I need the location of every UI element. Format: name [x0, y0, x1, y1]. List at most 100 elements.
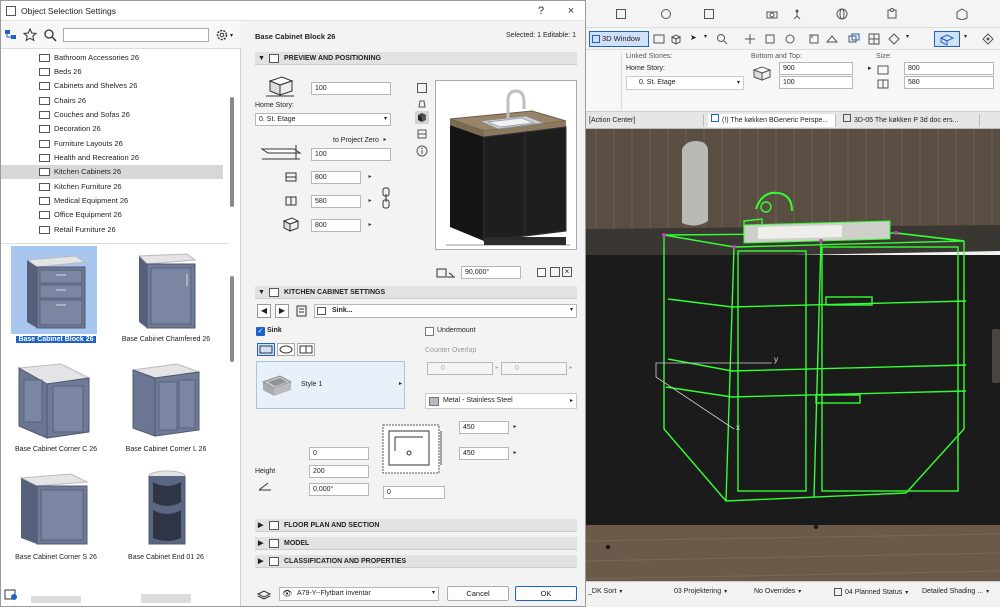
search-input[interactable] [63, 28, 209, 42]
home-story-dropdown[interactable]: 0. St. Etage ▾ [255, 113, 391, 126]
tab-perspective[interactable]: (!) The køkken BGeneric Perspe... [708, 114, 836, 127]
snap-icon[interactable] [888, 33, 900, 45]
cancel-button[interactable]: Cancel [447, 586, 509, 601]
info-icon[interactable] [416, 145, 428, 157]
viewport-side-handle[interactable] [992, 329, 1000, 383]
graphic-override-dropdown[interactable]: No Overrides ▾ [754, 588, 801, 595]
pan-icon[interactable] [744, 33, 756, 45]
size-width-field[interactable]: 800 [904, 62, 994, 75]
layer-combination-dropdown[interactable]: 03 Projektering ▾ [674, 588, 727, 595]
3d-view-icon[interactable] [415, 111, 429, 124]
material-selector[interactable]: Metal - Stainless Steel ▸ [425, 393, 577, 409]
tree-scrollbar[interactable] [230, 97, 234, 207]
tree-item[interactable]: Cabinets and Shelves 26 [1, 79, 223, 93]
sink-depth-field[interactable]: 450 [459, 447, 509, 460]
sink-depth-arrow[interactable]: ▸ [511, 448, 519, 459]
grid-icon[interactable] [868, 33, 880, 45]
tab-3d-document[interactable]: 3D-05 The køkken P 3d doc ers... [840, 114, 980, 127]
sink-shape-double-button[interactable] [297, 343, 315, 356]
rotate-left-icon[interactable] [550, 267, 560, 277]
overlap-right-arrow[interactable]: ▸ [567, 363, 575, 374]
pen-set-dropdown[interactable]: _DK Sort ▾ [588, 588, 622, 595]
layout-icon[interactable] [704, 9, 714, 19]
gallery-item[interactable]: Base Cabinet Corner C 26 [1, 356, 111, 464]
library-tree-icon[interactable] [4, 28, 18, 42]
tree-item[interactable]: Chairs 26 [1, 94, 223, 108]
tree-item[interactable]: Furniture Layouts 26 [1, 137, 223, 151]
tree-item[interactable]: Kitchen Furniture 26 [1, 180, 223, 194]
undermount-checkbox[interactable] [425, 327, 434, 336]
section-header-classification[interactable]: ▶ CLASSIFICATION AND PROPERTIES [255, 555, 577, 568]
bottom-offset-field[interactable]: 0 [383, 486, 445, 499]
gear-icon[interactable] [215, 28, 229, 42]
vertex-icon[interactable] [982, 33, 994, 45]
explode-icon[interactable] [956, 8, 968, 20]
zoom-icon[interactable] [716, 33, 728, 45]
sink-style-selector[interactable]: Style 1 ▸ [256, 361, 405, 409]
library-manager-icon[interactable] [4, 587, 18, 601]
rotate-right-icon[interactable]: × [562, 267, 572, 277]
chain-link-icon[interactable] [381, 187, 391, 209]
section-header-model[interactable]: ▶ MODEL [255, 537, 577, 550]
top-field[interactable]: 100 [779, 76, 853, 89]
favorites-star-icon[interactable] [23, 28, 37, 42]
elevation-field[interactable]: 100 [311, 82, 391, 95]
tree-item[interactable]: Bathroom Accessories 26 [1, 51, 223, 65]
navigate-icon[interactable] [784, 33, 796, 45]
height-field[interactable]: 800 [311, 219, 361, 232]
object-preview[interactable] [435, 80, 577, 250]
tree-item[interactable]: Health and Recreation 26 [1, 151, 223, 165]
tree-item[interactable]: Couches and Sofas 26 [1, 108, 223, 122]
gallery-item[interactable]: Base Cabinet End 01 26 [111, 464, 221, 572]
prev-page-button[interactable]: ◀ [257, 304, 271, 318]
rotation-field[interactable]: 90,000° [461, 266, 521, 279]
3d-viewport[interactable]: y x [586, 129, 1000, 581]
dropdown-arrow-icon[interactable]: ▾ [964, 33, 967, 40]
sink-width-arrow[interactable]: ▸ [511, 422, 519, 433]
gallery-item[interactable]: Base Cabinet Chamfered 26 [111, 246, 221, 354]
layer-dropdown[interactable]: 👁 A79-Y--Flytbart inventar ▾ [279, 587, 439, 601]
camera-icon[interactable] [766, 9, 778, 19]
gallery-scrollbar[interactable] [230, 276, 234, 362]
save-view-icon[interactable] [808, 33, 820, 45]
box-view-icon[interactable] [670, 33, 682, 45]
cut-plane-icon[interactable] [826, 33, 838, 45]
width-arrow[interactable]: ▸ [366, 172, 374, 183]
section-header-kitchen[interactable]: ▼ KITCHEN CABINET SETTINGS [255, 286, 577, 299]
search-icon[interactable] [43, 28, 57, 42]
depth-field[interactable]: 580 [311, 195, 361, 208]
help-button[interactable]: ? [534, 4, 548, 18]
next-page-button[interactable]: ▶ [275, 304, 289, 318]
sink-angle-field[interactable]: 0,000° [309, 483, 369, 496]
eye-3d-icon[interactable] [653, 33, 665, 45]
section-view-icon[interactable] [417, 129, 427, 139]
sink-shape-oval-button[interactable] [277, 343, 295, 356]
cursor-icon[interactable]: ➤ [690, 33, 697, 42]
tree-item[interactable]: Beds 26 [1, 65, 223, 79]
tree-item[interactable]: Office Equipment 26 [1, 208, 223, 222]
ok-button[interactable]: OK [515, 586, 577, 601]
info-arrow[interactable]: ▸ [868, 64, 872, 72]
width-field[interactable]: 800 [311, 171, 361, 184]
globe-icon[interactable] [836, 8, 848, 20]
puzzle-icon[interactable] [886, 8, 898, 20]
sink-shape-rect-button[interactable] [257, 343, 275, 356]
mirror-toggle-icon[interactable] [537, 268, 546, 277]
overlap-left-arrow[interactable]: ▸ [493, 363, 501, 374]
gallery-item-partial[interactable] [141, 594, 191, 603]
depth-arrow[interactable]: ▸ [366, 196, 374, 207]
gear-menu-arrow-icon[interactable]: ▾ [230, 32, 233, 39]
tree-item-selected[interactable]: Kitchen Cabinets 26 [1, 165, 223, 179]
page-dropdown[interactable]: Sink... ▾ [314, 304, 577, 318]
overlap-right-field[interactable]: 0 [501, 362, 567, 375]
tree-item[interactable]: Medical Equipment 26 [1, 194, 223, 208]
sink-offset-field[interactable]: 0 [309, 447, 369, 460]
wireframe-mode-button[interactable] [934, 31, 960, 47]
close-button[interactable]: × [564, 4, 578, 18]
bottom-field[interactable]: 900 [779, 62, 853, 75]
layers-icon[interactable] [848, 33, 860, 45]
sink-checkbox[interactable]: ✓ [256, 327, 265, 336]
renovation-filter-dropdown[interactable]: 04 Planned Status ▾ [834, 588, 908, 596]
walk-icon[interactable] [791, 9, 803, 19]
3d-window-button[interactable]: 3D Window [589, 31, 649, 47]
